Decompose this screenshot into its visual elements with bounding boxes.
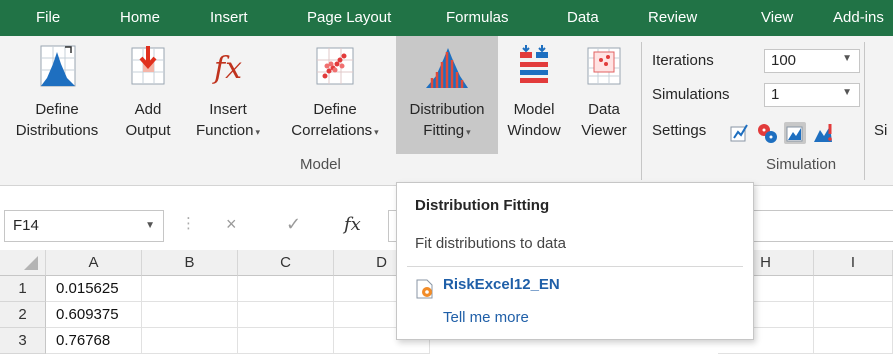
- tab-home[interactable]: Home: [120, 9, 160, 26]
- enter-icon[interactable]: ✓: [286, 214, 301, 235]
- cell-a2[interactable]: 0.609375: [46, 302, 142, 328]
- model-window-button[interactable]: Model Window: [500, 36, 568, 154]
- cell-a1[interactable]: 0.015625: [46, 276, 142, 302]
- tooltip-divider: [407, 266, 743, 267]
- column-header[interactable]: A: [46, 250, 142, 276]
- insert-function-icon: fx: [212, 51, 242, 86]
- model-group-label: Model: [300, 156, 341, 173]
- simulations-combo[interactable]: 1 ▼: [764, 83, 860, 107]
- distribution-fitting-icon: [426, 48, 468, 88]
- cell-a3[interactable]: 0.76768: [46, 328, 142, 354]
- grid-cell[interactable]: [142, 302, 238, 328]
- show-graph-icon[interactable]: [784, 122, 806, 144]
- grid-cell[interactable]: [142, 328, 238, 354]
- insert-function-button[interactable]: fx Insert Function ▾: [182, 36, 274, 154]
- row-header[interactable]: 3: [0, 328, 46, 354]
- grid-cell[interactable]: [142, 276, 238, 302]
- insert-function-fx-icon[interactable]: fx: [344, 214, 361, 235]
- define-distributions-icon: [40, 45, 76, 87]
- add-output-label-1: Add: [134, 101, 162, 118]
- tooltip-description: Fit distributions to data: [415, 235, 566, 252]
- help-topic-link[interactable]: RiskExcel12_EN: [443, 276, 560, 293]
- group-separator: [864, 42, 865, 180]
- distribution-fitting-label-1: Distribution: [409, 101, 485, 118]
- grid-cell[interactable]: [238, 328, 334, 354]
- grid-cell[interactable]: [238, 302, 334, 328]
- add-output-label-2: Output: [125, 122, 171, 139]
- add-output-icon: [131, 46, 165, 85]
- model-window-label-2: Window: [507, 122, 561, 139]
- data-viewer-icon: [587, 47, 621, 85]
- drag-handle-icon[interactable]: ⋮: [181, 214, 196, 232]
- tab-file[interactable]: File: [36, 9, 60, 26]
- define-distributions-label-2: Distributions: [15, 122, 99, 139]
- define-correlations-button[interactable]: Define Correlations ▾: [278, 36, 392, 154]
- chevron-down-icon: ▼: [842, 53, 852, 64]
- chevron-down-icon: ▼: [145, 220, 155, 231]
- tab-review[interactable]: Review: [648, 9, 697, 26]
- tab-add-ins[interactable]: Add-ins: [833, 9, 884, 26]
- add-output-button[interactable]: Add Output: [116, 36, 180, 154]
- data-viewer-label-2: Viewer: [581, 122, 627, 139]
- tooltip-title: Distribution Fitting: [415, 197, 550, 214]
- chevron-down-icon: ▼: [842, 87, 852, 98]
- group-separator: [641, 42, 642, 180]
- insert-function-label-1: Insert: [209, 101, 247, 118]
- define-correlations-icon: [316, 47, 354, 85]
- cut-off-ribbon-label: Si: [874, 122, 888, 139]
- column-header[interactable]: B: [142, 250, 238, 276]
- demo-mode-icon[interactable]: [812, 122, 834, 144]
- column-header[interactable]: C: [238, 250, 334, 276]
- ribbon: Define Distributions Add Output fx Inser…: [0, 36, 893, 186]
- tab-formulas[interactable]: Formulas: [446, 9, 509, 26]
- distribution-fitting-label-2: Fitting ▾: [423, 122, 471, 139]
- data-viewer-button[interactable]: Data Viewer: [572, 36, 636, 154]
- simulation-settings-icon[interactable]: [728, 122, 750, 144]
- grid-cell[interactable]: [814, 328, 893, 354]
- iterations-label: Iterations: [652, 52, 714, 69]
- insert-function-label-2: Function ▾: [195, 122, 261, 139]
- tell-me-more-link[interactable]: Tell me more: [443, 309, 529, 326]
- define-distributions-label-1: Define: [35, 101, 79, 118]
- name-box[interactable]: F14 ▼: [4, 210, 164, 242]
- distribution-fitting-tooltip: Distribution Fitting Fit distributions t…: [396, 182, 754, 340]
- tab-insert[interactable]: Insert: [210, 9, 248, 26]
- model-window-icon: [520, 45, 548, 83]
- svg-text:fx: fx: [212, 51, 242, 86]
- help-document-icon: [416, 279, 433, 299]
- row-header[interactable]: 1: [0, 276, 46, 302]
- tab-view[interactable]: View: [761, 9, 793, 26]
- simulations-label: Simulations: [652, 86, 730, 103]
- tab-page-layout[interactable]: Page Layout: [307, 9, 391, 26]
- column-header[interactable]: I: [814, 250, 893, 276]
- ribbon-tab-bar: File Home Insert Page Layout Formulas Da…: [0, 0, 893, 36]
- define-correlations-label-2: Correlations ▾: [291, 122, 379, 139]
- define-distributions-button[interactable]: Define Distributions: [2, 36, 112, 154]
- grid-cell[interactable]: [814, 302, 893, 328]
- model-window-label-1: Model: [513, 101, 555, 118]
- grid-cell[interactable]: [814, 276, 893, 302]
- grid-cell[interactable]: [238, 276, 334, 302]
- row-header[interactable]: 2: [0, 302, 46, 328]
- tab-data[interactable]: Data: [567, 9, 599, 26]
- distribution-fitting-button[interactable]: Distribution Fitting ▾: [396, 36, 498, 154]
- iterations-combo[interactable]: 100 ▼: [764, 49, 860, 73]
- simulation-group-label: Simulation: [766, 156, 837, 173]
- cancel-icon[interactable]: ×: [226, 214, 237, 235]
- random-recalc-icon[interactable]: [756, 122, 778, 144]
- settings-label: Settings: [652, 122, 707, 139]
- select-all-corner[interactable]: [0, 250, 46, 276]
- define-correlations-label-1: Define: [313, 101, 357, 118]
- data-viewer-label-1: Data: [588, 101, 620, 118]
